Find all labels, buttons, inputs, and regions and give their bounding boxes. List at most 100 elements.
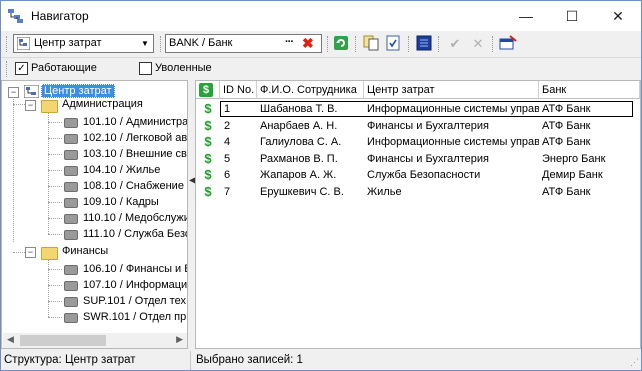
- pane-splitter[interactable]: ◀: [188, 80, 197, 349]
- tree-line: [48, 154, 62, 155]
- tree-line: [48, 170, 62, 171]
- cost-center-icon: [64, 134, 78, 144]
- cell-id[interactable]: 4: [221, 134, 257, 150]
- tree-item[interactable]: 102.10 / Легковой ав: [83, 130, 187, 146]
- cost-center-icon: [64, 281, 78, 291]
- collapse-group-icon[interactable]: −: [25, 100, 36, 111]
- fired-checkbox[interactable]: [139, 62, 152, 75]
- cost-center-icon: [64, 230, 78, 240]
- employee-grid[interactable]: $ ID No. Ф.И.О. Сотрудника Центр затрат …: [195, 80, 641, 349]
- tree-structure-icon: [24, 85, 39, 98]
- bank-column-header[interactable]: Банк: [539, 81, 640, 99]
- structure-combo[interactable]: Центр затрат ▼: [13, 34, 154, 53]
- cell-bank[interactable]: Демир Банк: [539, 167, 631, 183]
- cell-bank[interactable]: АТФ Банк: [539, 134, 631, 150]
- cell-name[interactable]: Рахманов В. П.: [257, 151, 364, 167]
- cell-name[interactable]: Жапаров А. Ж.: [257, 167, 364, 183]
- tree-group-finance[interactable]: Финансы: [62, 243, 108, 259]
- toolbar-grip-3: [327, 36, 330, 52]
- cell-id[interactable]: 7: [221, 184, 257, 200]
- tree-line: [48, 122, 62, 123]
- folder-open-icon: [41, 247, 58, 260]
- cell-center[interactable]: Финансы и Бухгалтерия: [364, 118, 539, 134]
- refresh-icon[interactable]: [332, 35, 350, 53]
- close-button[interactable]: ✕: [595, 1, 641, 31]
- toolbar-grip-6: [438, 36, 441, 52]
- cell-bank[interactable]: Энерго Банк: [539, 151, 631, 167]
- bank-filter-value: BANK / Банк: [169, 37, 233, 49]
- toolbar-grip-7: [492, 36, 495, 52]
- tree-horizontal-scrollbar[interactable]: ◀ ▶: [3, 333, 187, 348]
- id-column-header[interactable]: ID No.: [220, 81, 257, 99]
- cell-center[interactable]: Информационные системы управл: [364, 101, 539, 117]
- tree-item[interactable]: 101.10 / Администра: [83, 114, 187, 130]
- scrollbar-thumb[interactable]: [20, 335, 106, 346]
- cell-id[interactable]: 5: [221, 151, 257, 167]
- tree-item[interactable]: SUP.101 / Отдел тех: [83, 293, 186, 309]
- cell-center[interactable]: Жилье: [364, 184, 539, 200]
- tree-item[interactable]: 109.10 / Кадры: [83, 194, 159, 210]
- tree-line: [48, 113, 49, 234]
- cell-id[interactable]: 1: [221, 101, 257, 117]
- delete-icon[interactable]: ✕: [469, 35, 487, 53]
- toolbar-grip-2: [160, 36, 163, 52]
- cell-name[interactable]: Шабанова Т. В.: [257, 101, 364, 117]
- collapse-group-icon[interactable]: −: [25, 247, 36, 258]
- dropdown-arrow-icon[interactable]: ▼: [137, 35, 153, 52]
- resize-grip-icon[interactable]: ⋰: [630, 357, 639, 368]
- list-icon[interactable]: [415, 35, 433, 53]
- tree-group-label: Финансы: [62, 245, 109, 257]
- cell-name[interactable]: Галиулова С. А.: [257, 134, 364, 150]
- scroll-right-icon[interactable]: ▶: [176, 334, 183, 345]
- check-document-icon[interactable]: [384, 35, 402, 53]
- window-title: Навигатор: [31, 9, 89, 23]
- cell-bank[interactable]: АТФ Банк: [539, 184, 631, 200]
- tree-item[interactable]: SWR.101 / Отдел пр: [83, 309, 186, 325]
- structure-tree[interactable]: − Центр затрат − Администрация 101.10 / …: [1, 80, 188, 349]
- tree-item[interactable]: 106.10 / Финансы и Б: [83, 261, 187, 277]
- clear-filter-icon[interactable]: ✖: [302, 35, 314, 52]
- tree-line: [48, 301, 62, 302]
- maximize-button[interactable]: ☐: [549, 1, 595, 31]
- tree-item[interactable]: 111.10 / Служба Безо: [83, 226, 187, 242]
- toolbar-grip[interactable]: [6, 36, 9, 52]
- tree-group-administration[interactable]: Администрация: [62, 96, 143, 112]
- cell-name[interactable]: Анарбаев А. Н.: [257, 118, 364, 134]
- cell-center[interactable]: Финансы и Бухгалтерия: [364, 151, 539, 167]
- fired-label: Уволенные: [155, 62, 212, 74]
- tree-item[interactable]: 104.10 / Жилье: [83, 162, 160, 178]
- structure-combo-value: Центр затрат: [34, 37, 102, 49]
- tree-item[interactable]: 110.10 / Медобслужи: [83, 210, 187, 226]
- copy-icon[interactable]: [362, 35, 380, 53]
- checkmark-icon[interactable]: ✔: [446, 35, 464, 53]
- cell-center[interactable]: Служба Безопасности: [364, 167, 539, 183]
- cell-center[interactable]: Информационные системы управл: [364, 134, 539, 150]
- tree-line: [48, 234, 62, 235]
- title-bar: Навигатор — ☐ ✕: [1, 1, 641, 31]
- cell-id[interactable]: 6: [221, 167, 257, 183]
- working-checkbox[interactable]: ✓: [15, 62, 28, 75]
- bank-filter-field[interactable]: BANK / Банк ··· ✖: [165, 34, 322, 53]
- filter-grip: [6, 61, 9, 77]
- center-column-header[interactable]: Центр затрат: [364, 81, 539, 99]
- status-selected-count: Выбрано записей: 1: [193, 351, 636, 370]
- scroll-left-icon[interactable]: ◀: [7, 334, 14, 345]
- tree-item[interactable]: 103.10 / Внешние свя: [83, 146, 187, 162]
- working-label: Работающие: [31, 62, 97, 74]
- export-icon[interactable]: [499, 35, 517, 53]
- cell-bank[interactable]: АТФ Банк: [539, 101, 631, 117]
- browse-dots-button[interactable]: ···: [285, 36, 294, 48]
- cell-name[interactable]: Ерушкевич С. В.: [257, 184, 364, 200]
- dollar-icon: $: [204, 118, 212, 133]
- cell-bank[interactable]: АТФ Банк: [539, 118, 631, 134]
- minimize-button[interactable]: —: [503, 1, 549, 31]
- name-column-header[interactable]: Ф.И.О. Сотрудника: [257, 81, 364, 99]
- cell-id[interactable]: 2: [221, 118, 257, 134]
- dollar-icon: $: [204, 134, 212, 149]
- tree-line: [48, 138, 62, 139]
- dollar-header-icon: $: [199, 83, 213, 97]
- tree-item[interactable]: 108.10 / Снабжение: [83, 178, 184, 194]
- dollar-column-header[interactable]: $: [196, 81, 220, 99]
- tree-item[interactable]: 107.10 / Информацио: [83, 277, 187, 293]
- tree-structure-icon: [17, 37, 30, 50]
